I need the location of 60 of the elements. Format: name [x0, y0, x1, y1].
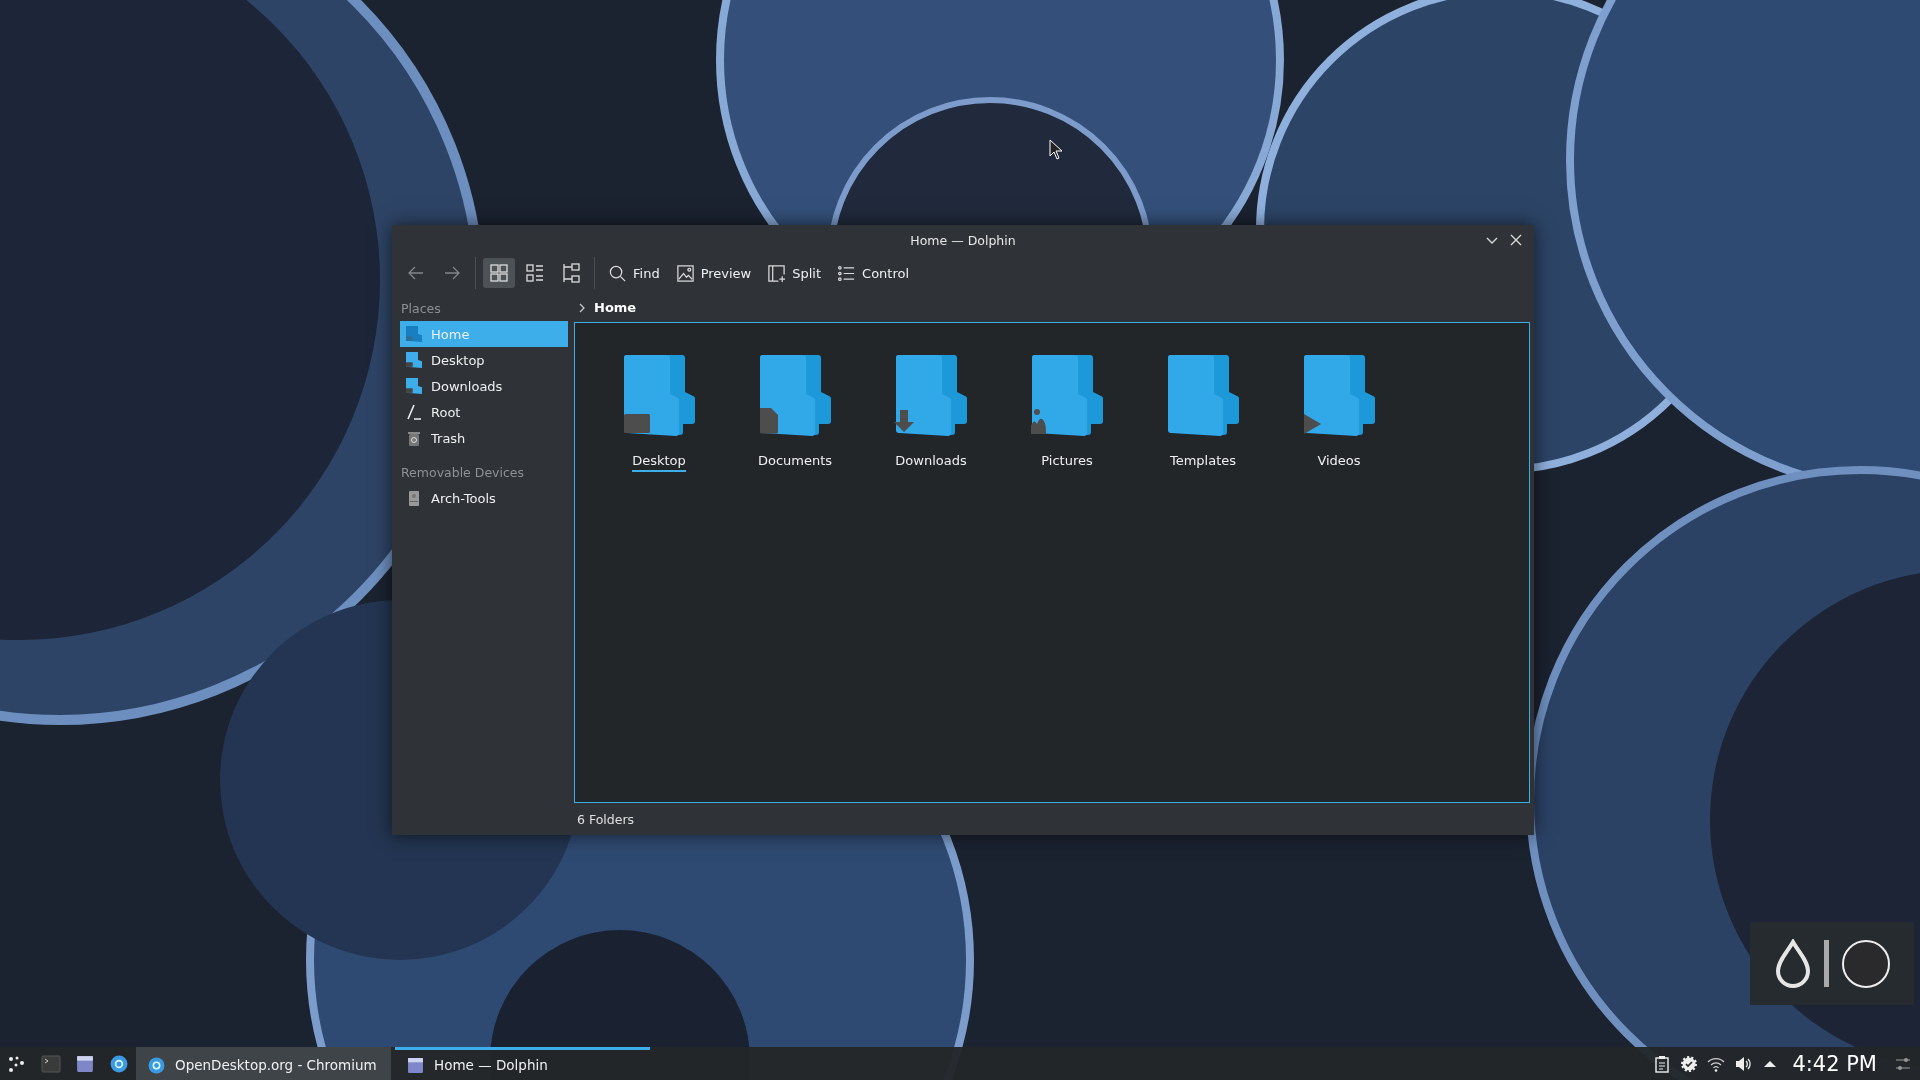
close-icon	[1508, 232, 1524, 248]
back-arrow-icon	[407, 264, 425, 282]
toolbar-button[interactable]: Preview	[669, 258, 758, 288]
folder-icon	[1029, 354, 1105, 437]
image-icon	[675, 263, 695, 283]
terminal-icon	[41, 1054, 61, 1073]
status-text: 6 Folders	[577, 811, 635, 827]
toolbar-button[interactable]: Split	[761, 258, 828, 288]
section-title: Removable Devices	[400, 464, 526, 482]
folder-item[interactable]: Documents	[727, 354, 863, 472]
folder-icon	[1301, 354, 1377, 437]
folder-icon	[757, 354, 833, 437]
folder-icon	[406, 352, 422, 368]
folder-item[interactable]: Videos	[1271, 354, 1407, 472]
folder-icon	[1165, 354, 1241, 437]
folder-item[interactable]: Desktop	[591, 354, 727, 472]
trash-icon	[406, 430, 422, 446]
browser-icon	[110, 1054, 128, 1073]
folder-icon	[406, 378, 422, 394]
view-mode-button[interactable]	[483, 258, 515, 288]
folder-icon	[406, 326, 422, 342]
folder-item[interactable]: Downloads	[863, 354, 999, 472]
browser-icon	[148, 1056, 165, 1074]
folder-icon	[893, 354, 969, 437]
clipboard-icon[interactable]	[1653, 1054, 1672, 1073]
toolbar-button[interactable]: Find	[602, 258, 666, 288]
slash-icon	[406, 404, 422, 420]
view-mode-icon	[525, 263, 545, 283]
drive-icon	[406, 490, 422, 506]
drop-icon	[1773, 938, 1812, 989]
window-icon	[76, 1054, 94, 1073]
sidebar-item[interactable]: Arch-Tools	[400, 485, 568, 511]
menu-icon	[837, 263, 857, 283]
circle-icon	[1840, 938, 1891, 989]
section-title: Places	[400, 300, 442, 318]
window-icon	[407, 1056, 424, 1074]
window-title: Home — Dolphin	[910, 232, 1016, 248]
split-view-icon	[767, 263, 787, 283]
view-mode-icon	[489, 263, 509, 283]
sidebar-item[interactable]: Downloads	[400, 373, 568, 399]
breadcrumb-item[interactable]: Home	[594, 300, 637, 315]
clock[interactable]: 4:42 PM	[1792, 1051, 1877, 1076]
search-icon	[608, 263, 627, 283]
task-button[interactable]: Home — Dolphin	[395, 1047, 650, 1080]
sidebar-item[interactable]: Trash	[400, 425, 568, 451]
chevron-icon	[578, 302, 586, 313]
volume-icon[interactable]	[1734, 1054, 1753, 1073]
folder-item[interactable]: Pictures	[999, 354, 1135, 472]
dots-icon	[8, 1054, 26, 1073]
folder-icon	[621, 354, 697, 437]
task-button[interactable]: OpenDesktop.org - Chromium	[136, 1047, 391, 1080]
sidebar-item[interactable]: Desktop	[400, 347, 568, 373]
cursor-icon	[1049, 139, 1063, 160]
gear-icon[interactable]	[1680, 1054, 1699, 1073]
sidebar-item[interactable]: Root	[400, 399, 568, 425]
close-button[interactable]	[1508, 232, 1524, 248]
forward-arrow-icon	[443, 264, 461, 282]
view-mode-icon	[561, 263, 581, 283]
folder-item[interactable]: Templates	[1135, 354, 1271, 472]
toolbar-button[interactable]: Control	[831, 258, 916, 288]
